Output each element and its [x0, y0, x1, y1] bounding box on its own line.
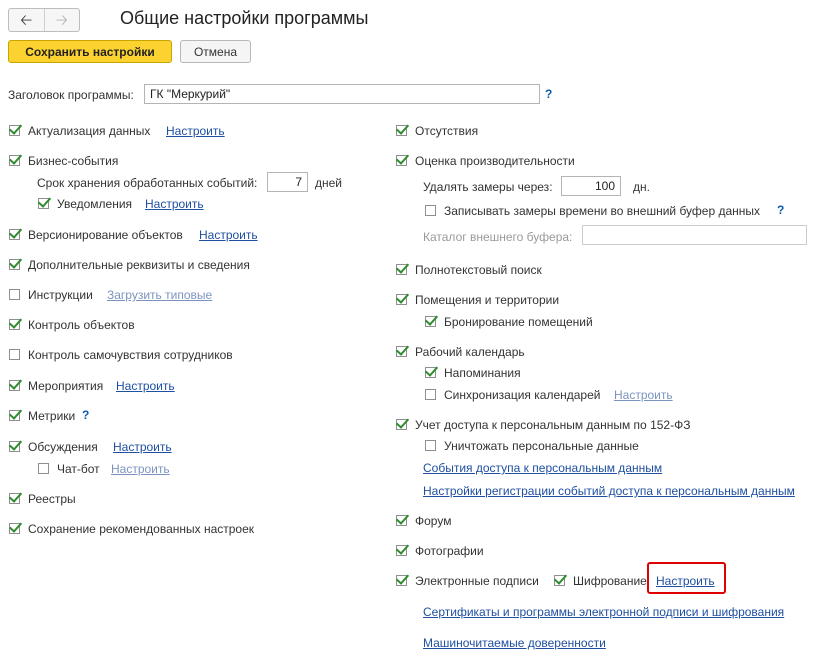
- checkbox-polnotekst[interactable]: [396, 264, 407, 275]
- pomeshcheniya-label: Помещения и территории: [415, 293, 560, 307]
- chat-bot-settings-link[interactable]: Настроить: [111, 462, 170, 476]
- checkbox-napominaniya[interactable]: [425, 367, 436, 378]
- checkbox-obsuzhdeniya[interactable]: [9, 441, 20, 452]
- napominaniya-label: Напоминания: [444, 366, 521, 380]
- ocenka-label: Оценка производительности: [415, 154, 575, 168]
- shifrovanie-label: Шифрование: [573, 574, 647, 588]
- udalyat-input[interactable]: 100: [561, 176, 621, 196]
- checkbox-kalendar[interactable]: [396, 346, 407, 357]
- srok-unit: дней: [315, 176, 343, 190]
- versionirovanie-label: Версионирование объектов: [28, 228, 183, 242]
- checkbox-samochuvstvie[interactable]: [9, 349, 20, 360]
- srok-input[interactable]: 7: [267, 172, 308, 192]
- biznes-sobytiya-label: Бизнес-события: [28, 154, 119, 168]
- checkbox-forum[interactable]: [396, 515, 407, 526]
- checkbox-uchet-dostupa[interactable]: [396, 419, 407, 430]
- arrow-left-icon: 🡠: [20, 11, 33, 29]
- checkbox-uvedomleniya[interactable]: [38, 198, 49, 209]
- kontrol-obektov-label: Контроль объектов: [28, 318, 135, 332]
- sohranenie-label: Сохранение рекомендованных настроек: [28, 522, 255, 536]
- aktualizacia-settings-link[interactable]: Настроить: [166, 124, 225, 138]
- katalog-label: Каталог внешнего буфера:: [423, 230, 573, 244]
- app-title-input[interactable]: ГК "Меркурий": [144, 84, 540, 104]
- access-events-link[interactable]: События доступа к персональным данным: [423, 461, 662, 475]
- save-settings-button[interactable]: Сохранить настройки: [8, 40, 172, 63]
- instrukcii-label: Инструкции: [28, 288, 93, 302]
- reestry-label: Реестры: [28, 492, 76, 506]
- checkbox-otsutstviya[interactable]: [396, 125, 407, 136]
- checkbox-elektronnye-podpisi[interactable]: [396, 575, 407, 586]
- metriki-label: Метрики: [28, 409, 76, 423]
- checkbox-pomeshcheniya[interactable]: [396, 294, 407, 305]
- help-icon[interactable]: ?: [82, 408, 89, 422]
- back-button[interactable]: 🡠: [9, 9, 45, 31]
- checkbox-instrukcii[interactable]: [9, 289, 20, 300]
- highlight-frame: [647, 562, 726, 594]
- access-registration-settings-link[interactable]: Настройки регистрации событий доступа к …: [423, 484, 795, 498]
- otsutstviya-label: Отсутствия: [415, 124, 479, 138]
- katalog-input[interactable]: [582, 225, 807, 245]
- versionirovanie-settings-link[interactable]: Настроить: [199, 228, 258, 242]
- polnotekst-label: Полнотекстовый поиск: [415, 263, 542, 277]
- navigation-buttons: 🡠 🡢: [8, 8, 80, 32]
- elektronnye-podpisi-label: Электронные подписи: [415, 574, 539, 588]
- meropriyatiya-label: Мероприятия: [28, 379, 104, 393]
- sinhronizaciya-settings-link[interactable]: Настроить: [614, 388, 673, 402]
- uvedomleniya-label: Уведомления: [57, 197, 133, 211]
- udalyat-unit: дн.: [633, 180, 650, 194]
- obsuzhdeniya-settings-link[interactable]: Настроить: [113, 440, 172, 454]
- checkbox-meropriyatiya[interactable]: [9, 380, 20, 391]
- sinhronizaciya-label: Синхронизация календарей: [444, 388, 601, 402]
- checkbox-sohranenie[interactable]: [9, 523, 20, 534]
- checkbox-aktualizacia[interactable]: [9, 125, 20, 136]
- checkbox-unichtozhat[interactable]: [425, 440, 436, 451]
- app-title-label: Заголовок программы:: [8, 88, 134, 102]
- fotografii-label: Фотографии: [415, 544, 484, 558]
- aktualizacia-label: Актуализация данных: [28, 124, 151, 138]
- checkbox-metriki[interactable]: [9, 410, 20, 421]
- checkbox-dop-rekvizity[interactable]: [9, 259, 20, 270]
- checkbox-reestry[interactable]: [9, 493, 20, 504]
- obsuzhdeniya-label: Обсуждения: [28, 440, 98, 454]
- checkbox-biznes-sobytiya[interactable]: [9, 155, 20, 166]
- page-title: Общие настройки программы: [120, 8, 369, 28]
- forward-button[interactable]: 🡢: [45, 9, 80, 31]
- checkbox-sinhronizaciya[interactable]: [425, 389, 436, 400]
- udalyat-label: Удалять замеры через:: [423, 180, 553, 194]
- uvedomleniya-settings-link[interactable]: Настроить: [145, 197, 204, 211]
- zapisyvat-label: Записывать замеры времени во внешний буф…: [444, 204, 761, 218]
- checkbox-versionirovanie[interactable]: [9, 229, 20, 240]
- chat-bot-label: Чат-бот: [57, 462, 100, 476]
- checkbox-zapisyvat[interactable]: [425, 205, 436, 216]
- meropriyatiya-settings-link[interactable]: Настроить: [116, 379, 175, 393]
- checkbox-kontrol-obektov[interactable]: [9, 319, 20, 330]
- checkbox-bronirovanie[interactable]: [425, 316, 436, 327]
- samochuvstvie-label: Контроль самочувствия сотрудников: [28, 348, 233, 362]
- checkbox-ocenka[interactable]: [396, 155, 407, 166]
- machine-readable-poa-link[interactable]: Машиночитаемые доверенности: [423, 636, 606, 650]
- checkbox-chat-bot[interactable]: [38, 463, 49, 474]
- bronirovanie-label: Бронирование помещений: [444, 315, 593, 329]
- checkbox-fotografii[interactable]: [396, 545, 407, 556]
- srok-label: Срок хранения обработанных событий:: [37, 176, 258, 190]
- cancel-button[interactable]: Отмена: [180, 40, 251, 63]
- help-icon[interactable]: ?: [545, 87, 552, 101]
- unichtozhat-label: Уничтожать персональные данные: [444, 439, 639, 453]
- dop-rekvizity-label: Дополнительные реквизиты и сведения: [28, 258, 250, 272]
- load-default-instructions-link[interactable]: Загрузить типовые: [107, 288, 212, 302]
- uchet-dostupa-label: Учет доступа к персональным данным по 15…: [415, 418, 691, 432]
- kalendar-label: Рабочий календарь: [415, 345, 525, 359]
- arrow-right-icon: 🡢: [55, 11, 68, 29]
- forum-label: Форум: [415, 514, 452, 528]
- checkbox-shifrovanie[interactable]: [554, 575, 565, 586]
- certificates-link[interactable]: Сертификаты и программы электронной подп…: [423, 605, 784, 619]
- help-icon[interactable]: ?: [777, 203, 784, 217]
